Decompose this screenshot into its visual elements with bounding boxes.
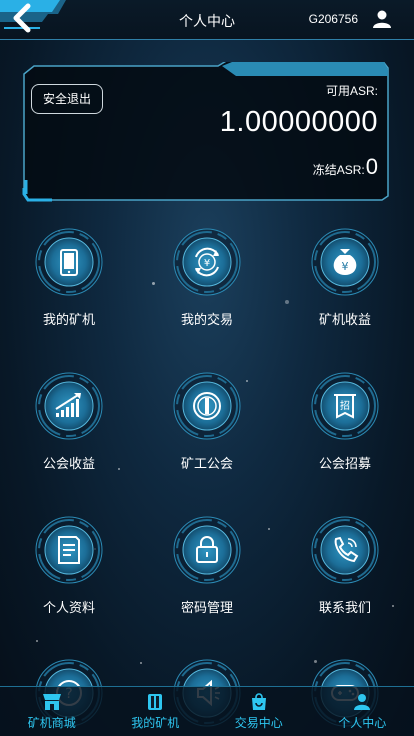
menu-label: 公会收益 — [42, 456, 95, 471]
menu-label: 矿机收益 — [318, 312, 371, 327]
svg-text:招: 招 — [340, 399, 350, 412]
menu-label: 个人资料 — [42, 600, 95, 615]
nav-label: 交易中心 — [234, 716, 283, 730]
menu-label: 我的矿机 — [42, 312, 95, 327]
nav-my-miners[interactable]: 我的矿机 — [104, 687, 208, 736]
balance-card: 安全退出 可用ASR: 1.00000000 冻结ASR: 0 — [22, 62, 390, 202]
menu-label: 密码管理 — [180, 600, 233, 615]
nav-label: 个人中心 — [338, 716, 387, 730]
nav-label: 矿机商城 — [27, 716, 76, 730]
menu-guild-recruit[interactable]: 招 公会招募 — [276, 371, 414, 472]
menu-guild-earnings[interactable]: 公会收益 — [0, 371, 138, 472]
user-avatar-icon[interactable] — [372, 9, 392, 29]
menu-miner-earnings[interactable]: ¥ 矿机收益 — [276, 227, 414, 328]
nav-trade-center[interactable]: 交易中心 — [207, 687, 311, 736]
logout-button[interactable]: 安全退出 — [31, 84, 103, 114]
menu-label: 联系我们 — [318, 600, 371, 615]
menu-contact[interactable]: 联系我们 — [276, 515, 414, 616]
nav-personal-center[interactable]: 个人中心 — [311, 687, 414, 736]
top-bar: 个人中心 G206756 — [0, 0, 414, 40]
menu-my-trades[interactable]: ¥ 我的交易 — [138, 227, 276, 328]
nav-label: 我的矿机 — [131, 716, 180, 730]
store-icon — [42, 694, 61, 710]
growth-chart-icon — [35, 372, 103, 440]
frozen-label: 冻结ASR: — [312, 163, 365, 177]
frozen-balance: 冻结ASR: 0 — [313, 154, 378, 180]
machine-icon — [148, 694, 163, 710]
menu-label: 我的交易 — [180, 312, 233, 327]
nav-miner-store[interactable]: 矿机商城 — [0, 687, 104, 736]
menu-label: 公会招募 — [318, 456, 371, 471]
menu-label: 矿工公会 — [180, 456, 233, 471]
document-icon — [35, 516, 103, 584]
yen-exchange-icon: ¥ — [173, 228, 241, 296]
available-label: 可用ASR: — [325, 84, 378, 98]
phone-icon — [35, 228, 103, 296]
guild-emblem-icon — [173, 372, 241, 440]
menu-my-miners[interactable]: 我的矿机 — [0, 227, 138, 328]
available-value: 1.00000000 — [219, 106, 378, 138]
menu-miner-guild[interactable]: 矿工公会 — [138, 371, 276, 472]
svg-text:¥: ¥ — [204, 258, 210, 269]
lock-icon — [173, 516, 241, 584]
svg-text:¥: ¥ — [342, 260, 349, 273]
recruit-banner-icon: 招 — [311, 372, 379, 440]
frozen-value: 0 — [365, 154, 378, 179]
menu-password[interactable]: 密码管理 — [138, 515, 276, 616]
bottom-nav: 矿机商城 我的矿机 交易中心 个人中心 — [0, 686, 414, 736]
user-id: G206756 — [308, 12, 358, 26]
money-bag-icon: ¥ — [311, 228, 379, 296]
menu-profile[interactable]: 个人资料 — [0, 515, 138, 616]
user-icon — [354, 694, 371, 710]
phone-call-icon — [311, 516, 379, 584]
bag-icon — [251, 693, 266, 710]
